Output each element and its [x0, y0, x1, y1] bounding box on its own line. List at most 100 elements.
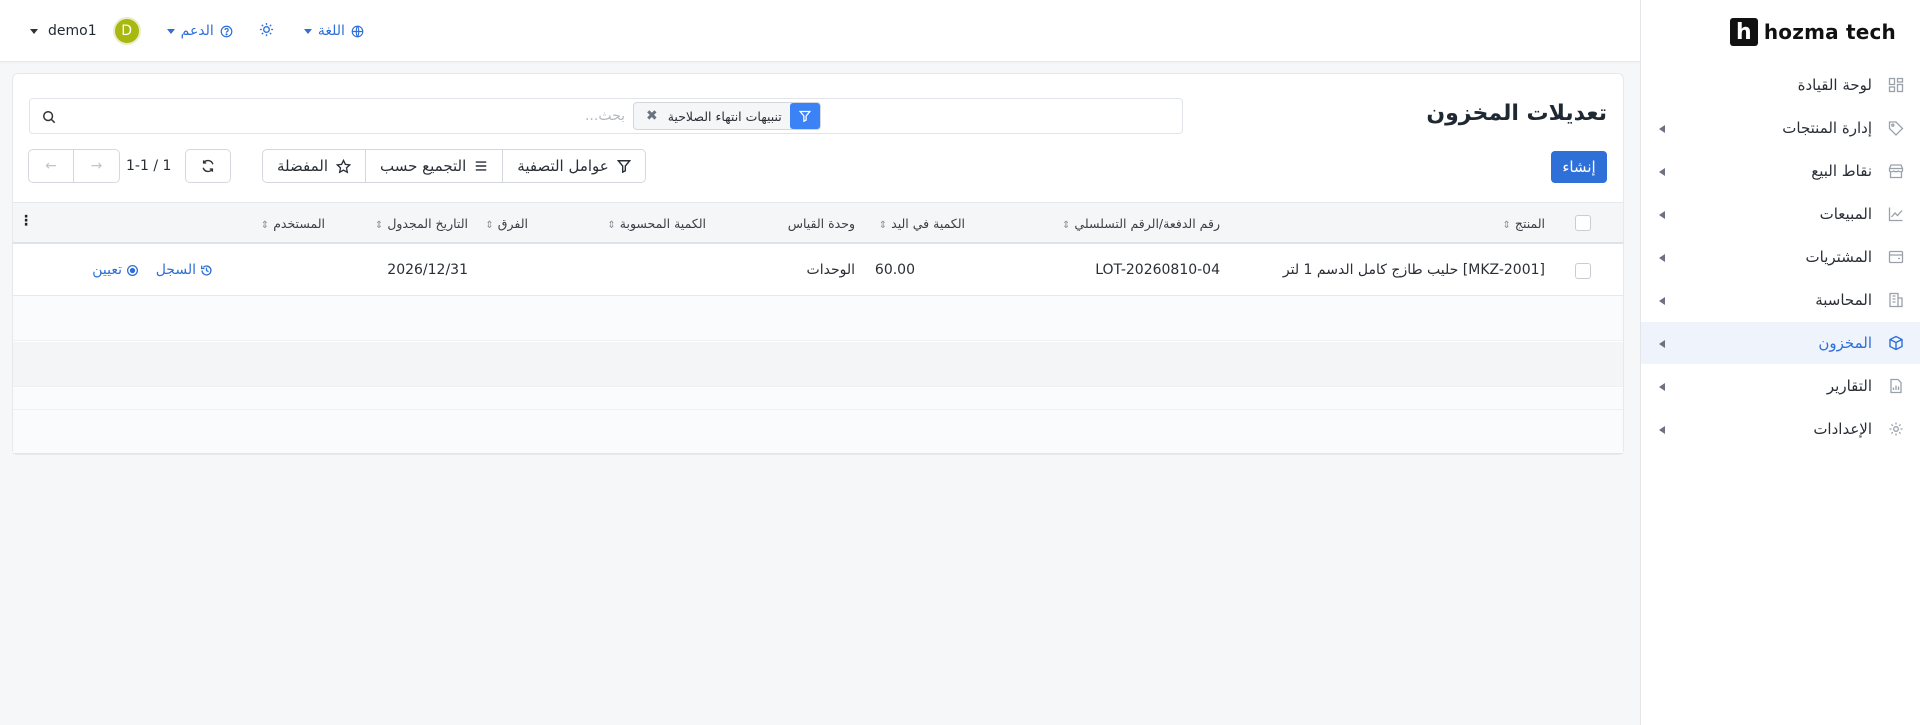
support-menu[interactable]: الدعم	[166, 23, 233, 39]
logo-text: hozma tech	[1763, 20, 1896, 44]
sidebar-item-dashboard[interactable]: لوحة القيادة	[1641, 64, 1920, 106]
sidebar-item-reports[interactable]: التقارير	[1641, 365, 1920, 407]
help-circle-icon	[220, 25, 233, 37]
history-icon	[200, 264, 212, 276]
search-options-group: عوامل التصفية التجميع حسب المفضلة	[262, 149, 646, 183]
sun-icon	[259, 22, 273, 36]
create-button[interactable]: إنشاء	[1551, 151, 1607, 183]
cell-lot[interactable]: LOT-20260810-04	[1095, 262, 1220, 278]
column-header-product[interactable]: المنتج⇕	[1502, 216, 1545, 231]
language-menu[interactable]: اللغة	[303, 23, 364, 39]
column-header-user[interactable]: المستخدم⇕	[261, 216, 325, 231]
star-icon	[336, 158, 352, 173]
expand-arrow-icon	[1659, 340, 1665, 348]
group-by-button[interactable]: التجميع حسب	[365, 150, 502, 182]
avatar[interactable]: D	[112, 17, 141, 45]
expand-arrow-icon	[1659, 125, 1665, 133]
filters-button[interactable]: عوامل التصفية	[502, 150, 644, 182]
previous-page-button[interactable]: ←	[29, 150, 75, 182]
cell-on-hand[interactable]: 60.00	[875, 262, 915, 278]
expand-arrow-icon	[1659, 297, 1665, 305]
chevron-down-icon	[303, 28, 312, 34]
row-checkbox[interactable]	[1575, 263, 1591, 279]
empty-row	[13, 388, 1623, 454]
expand-arrow-icon	[1659, 383, 1665, 391]
sidebar-item-inventory[interactable]: المخزون	[1641, 322, 1920, 364]
globe-icon	[351, 25, 364, 37]
support-label: الدعم	[180, 23, 214, 39]
sidebar-item-label: المحاسبة	[1815, 291, 1872, 309]
sidebar-item-label: التقارير	[1826, 377, 1872, 395]
pager-value[interactable]: 1-1 / 1	[126, 158, 171, 174]
search-input[interactable]: بحث... تنبيهات انتهاء الصلاحية ✖	[29, 98, 1183, 134]
arrow-right-icon: →	[90, 158, 103, 174]
table-header: المنتج⇕ رقم الدفعة/الرقم التسلسلي⇕ الكمي…	[13, 202, 1623, 244]
sidebar-item-label: المشتريات	[1805, 248, 1872, 266]
language-label: اللغة	[317, 23, 345, 39]
arrow-left-icon: ←	[45, 158, 57, 174]
column-header-uom[interactable]: وحدة القياس	[788, 216, 855, 231]
refresh-icon	[202, 159, 214, 173]
history-label: السجل	[155, 262, 196, 278]
pager: ← →	[28, 149, 120, 183]
sidebar-item-products[interactable]: إدارة المنتجات	[1641, 107, 1920, 149]
refresh-button[interactable]	[185, 149, 231, 183]
expand-arrow-icon	[1659, 426, 1665, 434]
theme-toggle[interactable]	[259, 22, 274, 41]
target-icon	[126, 264, 139, 276]
sidebar-item-accounting[interactable]: المحاسبة	[1641, 279, 1920, 321]
logo[interactable]: h hozma tech	[1729, 17, 1896, 47]
sidebar-item-label: لوحة القيادة	[1797, 76, 1872, 94]
store-icon	[1886, 161, 1906, 181]
top-header: demo1 D الدعم اللغة	[0, 0, 1640, 62]
column-header-difference[interactable]: الفرق⇕	[485, 216, 528, 231]
chevron-down-icon	[166, 28, 175, 34]
filter-facet[interactable]: تنبيهات انتهاء الصلاحية ✖	[633, 102, 821, 130]
user-menu-caret-icon[interactable]	[30, 28, 38, 34]
main-panel: تعديلات المخزون بحث... تنبيهات انتهاء ال…	[12, 73, 1624, 455]
sidebar-item-sales[interactable]: المبيعات	[1641, 193, 1920, 235]
column-header-counted[interactable]: الكمية المحسوبة⇕	[607, 216, 706, 231]
list-icon	[476, 161, 487, 171]
sidebar-nav: لوحة القيادة إدارة المنتجات نقاط البيع ا…	[1641, 64, 1920, 451]
filters-label: عوامل التصفية	[517, 157, 609, 175]
expand-arrow-icon	[1659, 211, 1665, 219]
cell-product[interactable]: [MKZ-2001] حليب طازج كامل الدسم 1 لتر	[1283, 262, 1545, 278]
column-header-scheduled-date[interactable]: التاريخ المجدول⇕	[375, 216, 468, 231]
empty-row	[13, 342, 1623, 387]
tag-icon	[1886, 118, 1906, 138]
search-placeholder: بحث...	[584, 108, 625, 124]
sidebar-item-label: المبيعات	[1819, 205, 1872, 223]
sidebar-item-label: المخزون	[1818, 334, 1872, 352]
user-menu[interactable]: demo1	[48, 23, 97, 39]
dashboard-icon	[1886, 75, 1906, 95]
column-header-on-hand[interactable]: الكمية في اليد⇕	[879, 216, 965, 231]
select-all-checkbox[interactable]	[1575, 215, 1591, 231]
column-options-icon[interactable]: ⋮	[19, 214, 33, 228]
favorites-button[interactable]: المفضلة	[263, 150, 365, 182]
logo-mark: h	[1729, 18, 1758, 46]
wallet-icon	[1886, 247, 1906, 267]
sidebar: h hozma tech لوحة القيادة إدارة المنتجات…	[1640, 0, 1920, 725]
expand-arrow-icon	[1659, 168, 1665, 176]
sidebar-item-settings[interactable]: الإعدادات	[1641, 408, 1920, 450]
filter-facet-label: تنبيهات انتهاء الصلاحية	[667, 108, 782, 124]
sidebar-item-purchases[interactable]: المشتريات	[1641, 236, 1920, 278]
column-header-lot[interactable]: رقم الدفعة/الرقم التسلسلي⇕	[1062, 216, 1220, 231]
table-row[interactable]: [MKZ-2001] حليب طازج كامل الدسم 1 لتر LO…	[13, 246, 1623, 296]
next-page-button[interactable]: →	[74, 150, 119, 182]
building-icon	[1886, 290, 1906, 310]
empty-row	[13, 296, 1623, 341]
apply-button[interactable]: تعيين	[92, 262, 139, 278]
filter-icon	[789, 103, 820, 129]
header-toolbar: demo1 D الدعم اللغة	[30, 14, 364, 48]
chart-line-icon	[1886, 204, 1906, 224]
group-by-label: التجميع حسب	[380, 157, 467, 175]
apply-label: تعيين	[92, 262, 122, 278]
gear-icon	[1886, 419, 1906, 439]
history-button[interactable]: السجل	[156, 262, 213, 278]
sidebar-item-pos[interactable]: نقاط البيع	[1641, 150, 1920, 192]
search-icon[interactable]	[42, 109, 56, 128]
cell-scheduled-date[interactable]: 2026/12/31	[387, 262, 468, 278]
close-icon[interactable]: ✖	[646, 108, 658, 124]
